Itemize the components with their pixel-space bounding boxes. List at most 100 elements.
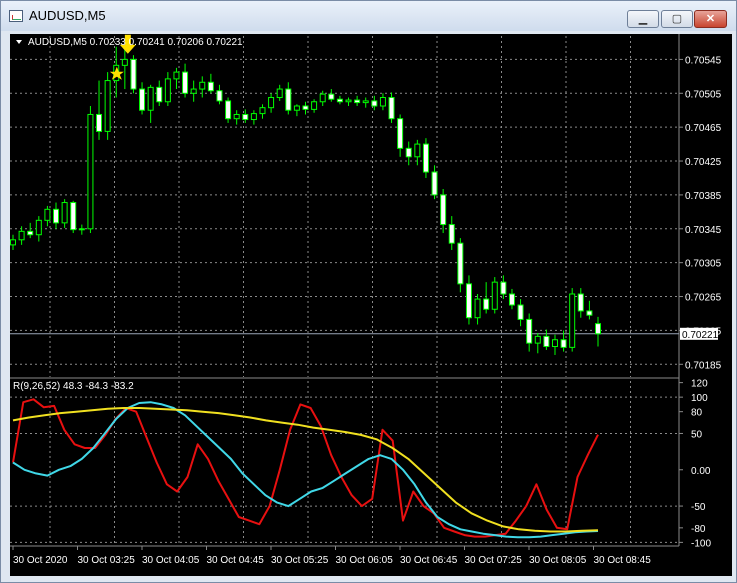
candle-bull	[190, 88, 197, 94]
indicator-tick-label: -50	[691, 502, 706, 513]
price-tick-label: 0.70545	[685, 55, 722, 66]
indicator-tick-label: -80	[691, 524, 706, 535]
title-bar[interactable]: AUDUSD,M5 ▁ ▢ ✕	[1, 1, 736, 31]
candle-bull	[78, 228, 85, 231]
chart-svg: AUDUSD,M5 0.70233 0.70241 0.70206 0.7022…	[10, 34, 722, 566]
candle-bear	[328, 93, 335, 100]
indicator-tick-label: -100	[691, 538, 711, 549]
time-tick-label: 30 Oct 06:05	[336, 555, 394, 566]
time-tick-label: 30 Oct 2020	[13, 555, 68, 566]
price-tick-label: 0.70305	[685, 259, 722, 270]
minimize-button[interactable]: ▁	[627, 10, 659, 28]
candle-bull	[345, 99, 352, 103]
candle-bear	[225, 100, 232, 120]
candle-bear	[560, 339, 567, 348]
current-price-label: 0.70221	[682, 330, 719, 341]
candle-bull	[250, 113, 257, 121]
candle-bull	[259, 107, 266, 115]
time-tick-label: 30 Oct 03:25	[78, 555, 136, 566]
close-button[interactable]: ✕	[694, 10, 727, 28]
candle-bull	[293, 105, 300, 111]
candle-bull	[35, 219, 42, 236]
candle-bull	[44, 208, 51, 221]
candle-bear	[216, 90, 223, 102]
price-tick-label: 0.70425	[685, 157, 722, 168]
time-tick-label: 30 Oct 04:45	[207, 555, 265, 566]
time-tick-label: 30 Oct 04:05	[142, 555, 200, 566]
candle-bear	[595, 323, 601, 335]
candle-bear	[70, 202, 77, 231]
time-tick-label: 30 Oct 07:25	[465, 555, 523, 566]
candle-bear	[465, 283, 472, 319]
candle-bear	[440, 194, 447, 226]
candle-bear	[182, 71, 189, 94]
candle-bull	[319, 93, 326, 103]
current-price-badge: 0.70221	[680, 327, 719, 341]
candle-bull	[268, 97, 275, 109]
candle-bear	[139, 88, 146, 111]
chart-canvas[interactable]: AUDUSD,M5 0.70233 0.70241 0.70206 0.7022…	[10, 34, 732, 576]
candle-bull	[311, 101, 318, 110]
indicator-tick-label: 100	[691, 393, 708, 404]
candle-bear	[285, 88, 292, 111]
candle-bull	[551, 339, 558, 348]
time-tick-label: 30 Oct 05:25	[271, 555, 329, 566]
candle-bull	[121, 58, 128, 66]
candle-bull	[414, 143, 421, 158]
price-tick-label: 0.70265	[685, 293, 722, 304]
candle-bear	[508, 293, 515, 306]
maximize-button[interactable]: ▢	[661, 10, 693, 28]
price-tick-label: 0.70185	[685, 360, 722, 371]
slow-line	[12, 407, 599, 533]
price-tick-label: 0.70385	[685, 191, 722, 202]
candle-bear	[388, 97, 395, 120]
candle-bear	[336, 98, 343, 103]
indicator-tick-label: 80	[691, 408, 703, 419]
candle-bull	[10, 239, 16, 246]
candle-bear	[397, 118, 404, 149]
candle-bull	[173, 71, 180, 80]
candle-bear	[500, 281, 507, 295]
candle-bull	[199, 81, 206, 90]
candle-bear	[457, 242, 464, 285]
candle-bear	[354, 99, 361, 104]
candle-bear	[543, 335, 550, 348]
candle-bear	[586, 310, 593, 316]
time-axis: 30 Oct 2020 30 Oct 03:25 30 Oct 04:05 30 Oc…	[12, 546, 652, 566]
candle-bull	[147, 86, 154, 111]
indicator-header: R(9,26,52) 48.3 -84.3 -83.2	[13, 381, 134, 392]
triangle-down-icon[interactable]	[16, 40, 22, 44]
mid-line	[12, 401, 599, 539]
candle-bull	[534, 335, 541, 344]
time-tick-label: 30 Oct 08:45	[594, 555, 652, 566]
fast-line	[12, 398, 599, 538]
candle-bear	[242, 113, 249, 121]
candle-bull	[276, 88, 283, 99]
candle-bear	[448, 224, 455, 244]
candle-bear	[517, 304, 524, 320]
indicator-axis: 120 100 80 50 0.00 -50 -80 -100	[679, 379, 711, 549]
time-tick-label: 30 Oct 08:05	[529, 555, 587, 566]
candle-bull	[164, 78, 171, 103]
candle-bull	[233, 113, 240, 120]
candle-bear	[207, 81, 214, 92]
candle-bear	[96, 113, 103, 132]
indicator-tick-label: 120	[691, 379, 708, 390]
candle-bear	[156, 86, 163, 103]
chart-window-icon	[9, 10, 23, 22]
candle-bull	[362, 100, 369, 104]
candle-bear	[27, 230, 34, 236]
candle-bear	[526, 318, 533, 344]
candle-bull	[379, 97, 386, 107]
indicator-tick-label: 0.00	[691, 466, 711, 477]
price-tick-label: 0.70465	[685, 123, 722, 134]
candle-bear	[302, 105, 309, 110]
candle-bear	[53, 208, 60, 224]
candle-bull	[104, 80, 111, 132]
candle-bull	[18, 230, 25, 241]
candle-bear	[130, 58, 137, 90]
candle-bull	[569, 293, 576, 348]
candle-bear	[431, 171, 438, 196]
window-title: AUDUSD,M5	[29, 8, 106, 23]
candle-bear	[405, 147, 412, 158]
